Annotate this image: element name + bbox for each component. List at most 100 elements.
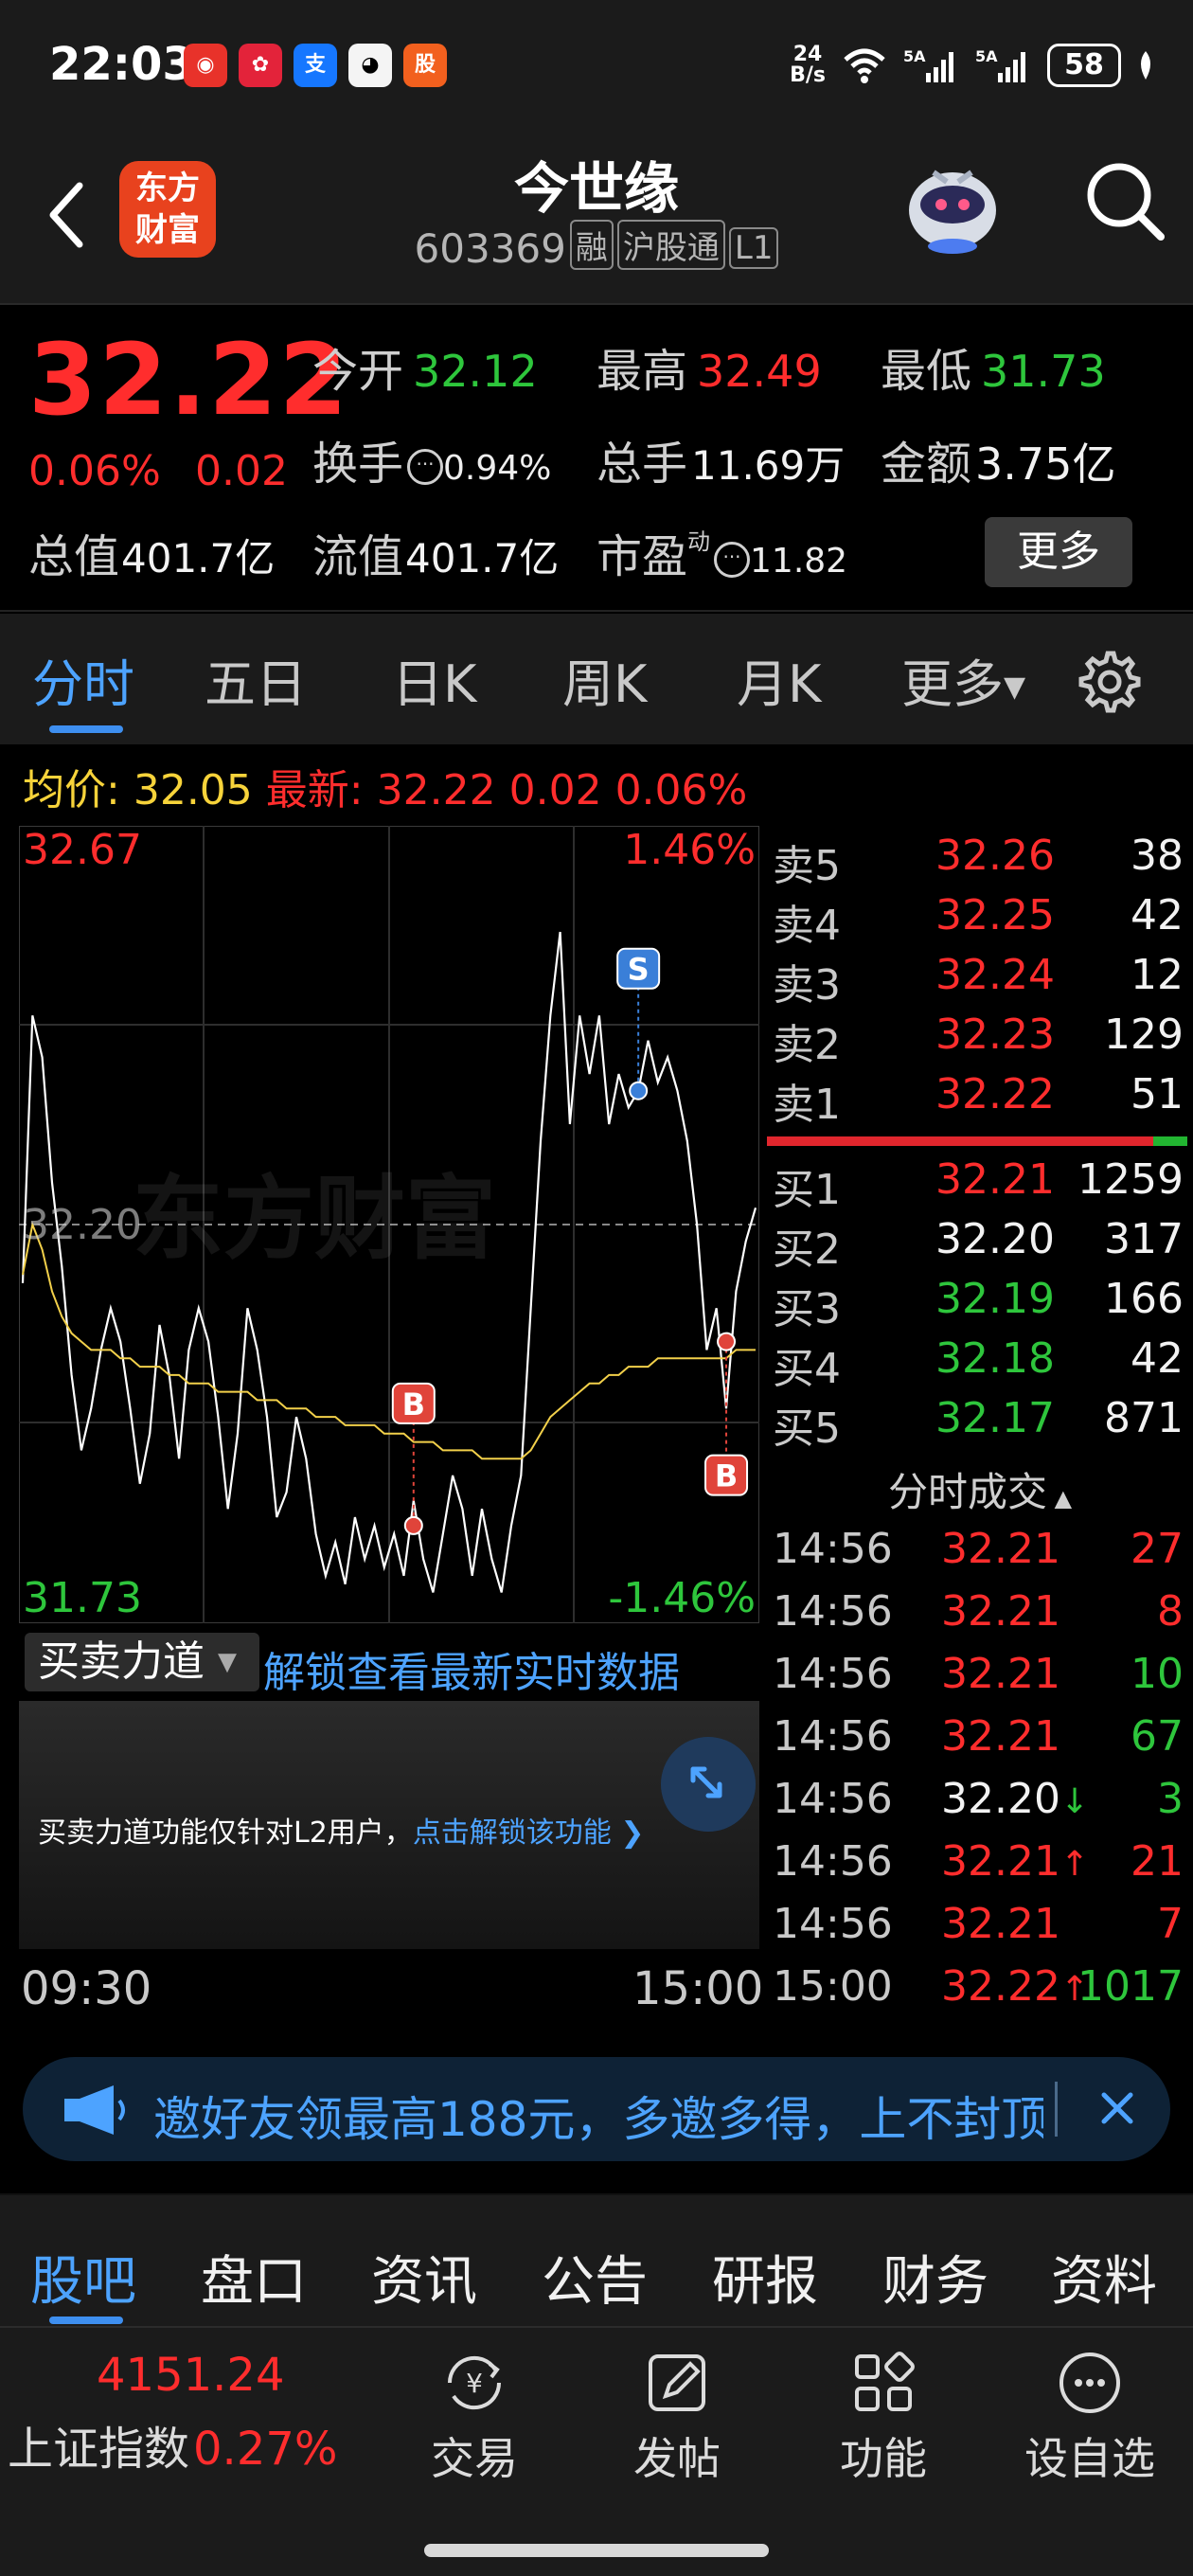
buy-marker[interactable]: B xyxy=(391,1382,436,1535)
nav-post[interactable]: 发帖 xyxy=(606,2345,748,2487)
buy-sell-ratio-bar xyxy=(767,1136,1153,1146)
trades-header[interactable]: 分时成交 ▲ xyxy=(767,1460,1193,1518)
bids-row[interactable]: 买2 32.20 317 xyxy=(767,1215,1193,1274)
buy-sell-ratio-bar-green xyxy=(1153,1136,1187,1146)
book-volume: 129 xyxy=(1104,1011,1184,1059)
tab-announcements[interactable]: 公告 xyxy=(542,2239,648,2316)
force-selector[interactable]: 买卖力道 ▼ xyxy=(25,1633,259,1691)
stock-code-row: 603369 融沪股通 L1 xyxy=(0,220,1193,272)
tag-connect: 沪股通 xyxy=(616,220,725,270)
book-volume: 42 xyxy=(1131,1334,1184,1383)
trade-time: 14:56 xyxy=(773,1712,893,1761)
bids-row[interactable]: 买4 32.18 42 xyxy=(767,1334,1193,1393)
promo-text[interactable]: 邀好友领最高188元，多邀多得，上不封顶 xyxy=(153,2082,1043,2150)
index-value[interactable]: 4151.24 xyxy=(97,2349,285,2402)
tab-active-indicator xyxy=(49,725,123,733)
buy-marker[interactable]: B xyxy=(704,1332,749,1496)
book-volume: 1259 xyxy=(1077,1155,1184,1204)
tab-more[interactable]: 更多▼ xyxy=(901,642,1025,717)
bids-row[interactable]: 买1 32.21 1259 xyxy=(767,1155,1193,1214)
book-price: 32.26 xyxy=(935,832,1055,880)
asks-row[interactable]: 卖4 32.25 42 xyxy=(767,891,1193,950)
book-price: 32.25 xyxy=(935,891,1055,939)
tab-news[interactable]: 资讯 xyxy=(371,2239,477,2316)
more-quote-button[interactable]: 更多 xyxy=(985,517,1132,587)
tab-weekly-k[interactable]: 周K xyxy=(562,642,647,717)
y-top-percent: 1.46% xyxy=(623,826,756,874)
qq-icon: ◕ xyxy=(348,44,392,87)
nav-trade[interactable]: ¥ 交易 xyxy=(403,2345,545,2487)
change-percent: 0.06% xyxy=(28,447,161,495)
trade-row: 14:56 32.21 67 xyxy=(767,1712,1193,1775)
bottom-nav: 4151.24 上证指数0.27% ¥ 交易 发帖 功能 设自选 xyxy=(0,2326,1193,2576)
chart-watermark: 东方财富 xyxy=(133,1166,496,1272)
search-icon[interactable] xyxy=(1077,153,1172,248)
edit-icon xyxy=(649,2354,705,2411)
book-level-label: 买5 xyxy=(773,1404,841,1453)
tab-monthly-k[interactable]: 月K xyxy=(737,642,821,717)
latest-percent: 0.06% xyxy=(614,766,748,814)
stock-header: 东方 财富 今世缘 603369 融沪股通 L1 xyxy=(0,133,1193,305)
book-volume: 166 xyxy=(1104,1275,1184,1323)
dropdown-caret-icon: ▼ xyxy=(218,1648,237,1676)
book-volume: 871 xyxy=(1104,1394,1184,1442)
alipay-icon: 支 xyxy=(294,44,337,87)
tab-daily-k[interactable]: 日K xyxy=(392,642,476,717)
trade-time: 14:56 xyxy=(773,1525,893,1573)
asks-row[interactable]: 卖3 32.24 12 xyxy=(767,951,1193,1010)
book-price: 32.22 xyxy=(935,1070,1055,1118)
index-name[interactable]: 上证指数0.27% xyxy=(8,2411,338,2478)
asks-row[interactable]: 卖2 32.23 129 xyxy=(767,1011,1193,1069)
marker-label: S xyxy=(628,952,650,988)
book-price: 32.21 xyxy=(935,1155,1055,1204)
quote-turnover[interactable]: 换手 ··· 0.94% xyxy=(312,426,551,492)
trade-icon: ¥ xyxy=(447,2355,502,2410)
intraday-chart[interactable]: 东方财富 B S B 32.67 1.46% 32.20 31.73 -1.46% xyxy=(19,826,759,1623)
unlock-realtime-link[interactable]: 解锁查看最新实时数据 xyxy=(263,1638,680,1699)
tab-pankou[interactable]: 盘口 xyxy=(201,2239,307,2316)
tab-profile[interactable]: 资料 xyxy=(1051,2239,1157,2316)
close-icon[interactable] xyxy=(1089,2080,1146,2137)
time-end: 15:00 xyxy=(632,1962,764,2015)
trade-price: 32.21 xyxy=(941,1587,1060,1636)
asks-row[interactable]: 卖5 32.26 38 xyxy=(767,832,1193,890)
chevron-right-icon: ❯ xyxy=(620,1816,645,1850)
signal-icon-2: 5A xyxy=(975,47,1025,82)
promo-banner[interactable]: 邀好友领最高188元，多邀多得，上不封顶 xyxy=(23,2057,1170,2161)
expand-icon[interactable] xyxy=(661,1737,756,1832)
quote-pe[interactable]: 市盈动··· 11.82 xyxy=(596,519,847,585)
intraday-info-line: 均价: 32.05 最新: 32.22 0.02 0.06% xyxy=(23,756,747,816)
trade-qty: 10 xyxy=(1131,1650,1184,1698)
tab-five-day[interactable]: 五日 xyxy=(205,642,307,717)
more-circle-icon xyxy=(1059,2352,1120,2413)
quote-market-cap: 总值401.7亿 xyxy=(28,530,276,583)
quote-high: 最高 32.49 xyxy=(596,345,822,398)
l2-panel: 买卖力道功能仅针对L2用户，点击解锁该功能 ❯ xyxy=(19,1701,759,1949)
y-bottom-price: 31.73 xyxy=(23,1574,142,1622)
prev-close-label: 32.20 xyxy=(23,1201,142,1249)
book-volume: 12 xyxy=(1131,951,1184,999)
unlock-feature-link[interactable]: 点击解锁该功能 xyxy=(413,1816,612,1850)
nav-functions[interactable]: 功能 xyxy=(812,2345,954,2487)
book-level-label: 卖4 xyxy=(773,902,841,950)
asks-row[interactable]: 卖1 32.22 51 xyxy=(767,1070,1193,1129)
tab-guba[interactable]: 股吧 xyxy=(30,2239,136,2316)
book-level-label: 卖3 xyxy=(773,961,841,1010)
l2-bar: 买卖力道 ▼ 解锁查看最新实时数据 xyxy=(19,1629,759,1697)
bids-row[interactable]: 买3 32.19 166 xyxy=(767,1275,1193,1333)
tab-finance[interactable]: 财务 xyxy=(882,2239,988,2316)
tag-margin: 融 xyxy=(569,220,614,270)
bids-row[interactable]: 买5 32.17 871 xyxy=(767,1394,1193,1453)
content-tabs: 股吧 盘口 资讯 公告 研报 财务 资料 xyxy=(0,2193,1193,2326)
gear-icon[interactable] xyxy=(1074,648,1142,716)
book-level-label: 买3 xyxy=(773,1285,841,1333)
trade-time: 14:56 xyxy=(773,1775,893,1823)
book-price: 32.17 xyxy=(935,1394,1055,1442)
tab-research[interactable]: 研报 xyxy=(712,2239,818,2316)
robot-assistant-icon[interactable] xyxy=(896,148,1009,261)
nav-add-watchlist[interactable]: 设自选 xyxy=(1019,2345,1161,2487)
status-right: 24 B/s 5A 5A 58 xyxy=(790,42,1155,89)
trade-qty: 1017 xyxy=(1077,1962,1184,2011)
leaf-icon xyxy=(1141,51,1150,80)
tab-intraday[interactable]: 分时 xyxy=(32,642,134,717)
